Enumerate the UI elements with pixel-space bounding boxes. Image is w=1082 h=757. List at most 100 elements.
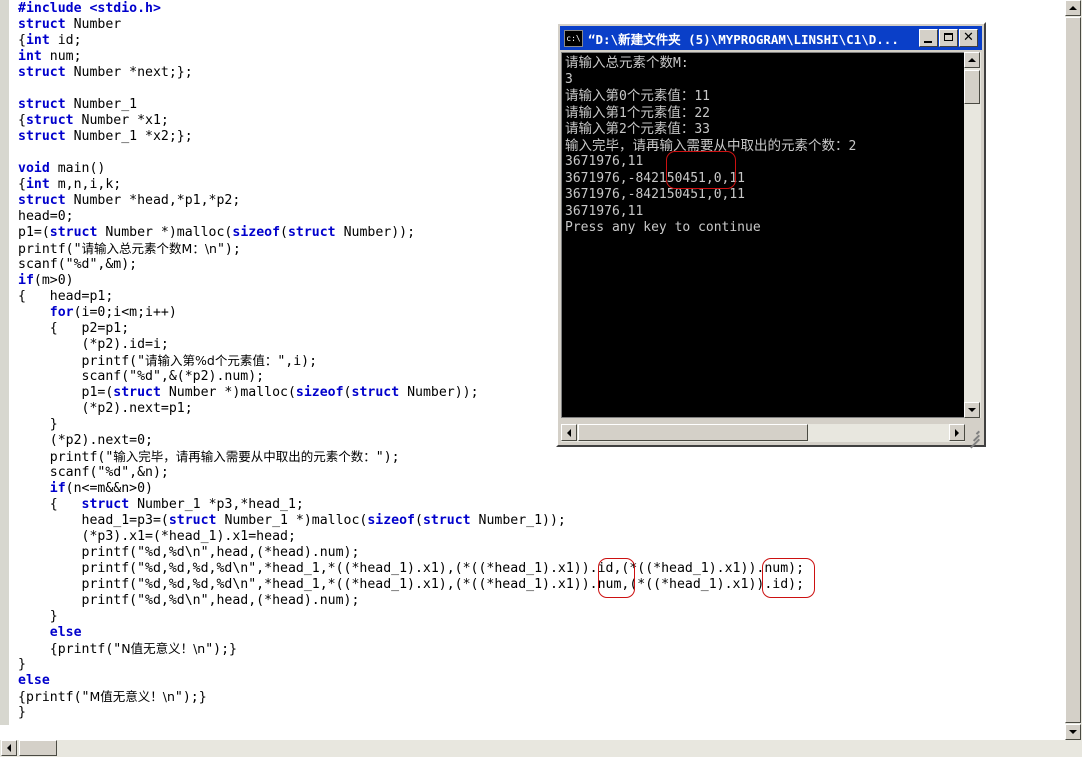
code-token: ");	[216, 242, 241, 257]
code-token: N值无意义！\n	[121, 641, 206, 656]
code-token: printf("%d,%d\n",head,(*head).num);	[18, 545, 360, 560]
code-token: id;	[57, 33, 82, 48]
console-text-token: 11	[694, 89, 710, 104]
minimize-icon	[924, 41, 932, 43]
code-line: head_1=p3=(struct Number_1 *)malloc(size…	[18, 513, 1058, 529]
code-token: struct	[422, 513, 479, 528]
code-token: {printf("	[18, 642, 122, 657]
console-vscroll-thumb[interactable]	[964, 70, 980, 104]
console-text-token: 1	[619, 105, 627, 121]
console-scroll-left-arrow[interactable]	[561, 424, 577, 441]
code-token: p1=(	[18, 385, 114, 400]
hscroll-thumb[interactable]	[19, 740, 57, 756]
code-token: (i=0;i<m;i++)	[73, 305, 177, 320]
maximize-button[interactable]	[939, 29, 958, 47]
console-output-line: 请输入第2个元素值：33	[565, 121, 856, 138]
code-line: scanf("%d",&n);	[18, 465, 1058, 481]
code-line: printf("%d,%d,%d,%d\n",*head_1,*((*head_…	[18, 577, 1058, 593]
console-scroll-right-arrow[interactable]	[949, 424, 965, 441]
close-icon: ✕	[963, 30, 974, 45]
scroll-down-arrow[interactable]	[1065, 724, 1081, 740]
console-vertical-scrollbar[interactable]	[964, 52, 981, 418]
code-token: main()	[57, 161, 106, 176]
console-text-token: 个元素值：	[626, 121, 695, 137]
console-text-token: 3	[565, 71, 573, 87]
console-text-token: 33	[694, 122, 710, 137]
code-token: <stdio.h>	[89, 1, 161, 16]
console-scroll-down-arrow[interactable]	[964, 402, 980, 418]
console-horizontal-scrollbar[interactable]	[561, 424, 965, 442]
code-token: void	[18, 161, 58, 176]
close-button[interactable]: ✕	[959, 29, 978, 47]
code-token: for	[49, 305, 74, 320]
code-line: printf("%d,%d,%d,%d\n",*head_1,*((*head_…	[18, 561, 1058, 577]
window-vertical-scrollbar[interactable]	[1064, 0, 1082, 757]
code-token: {	[18, 33, 26, 48]
code-token: int	[18, 49, 50, 64]
code-token: ");	[375, 450, 400, 465]
code-token: sizeof	[232, 225, 281, 240]
code-line: (*p3).x1=(*head_1).x1=head;	[18, 529, 1058, 545]
code-token: (	[280, 225, 288, 240]
code-token: (	[343, 385, 352, 400]
code-line: else	[18, 673, 1058, 689]
code-line: if(n<=m&&n>0)	[18, 481, 1058, 497]
code-token: Number *)malloc(	[105, 225, 233, 240]
console-window[interactable]: c:\ “D:\新建文件夹 (5)\MYPROGRAM\LINSHI\C1\D.…	[556, 22, 986, 449]
code-token: Number_1));	[478, 513, 566, 528]
code-token: Number_1 *x2;};	[73, 129, 193, 144]
code-token: Number *x1;	[81, 113, 169, 128]
code-token: head_1=p3=(	[18, 513, 169, 528]
code-token: sizeof	[295, 385, 344, 400]
code-token: {	[18, 113, 26, 128]
console-output-screen[interactable]: 请输入总元素个数M: 3 请输入第0个元素值：11 请输入第1个元素值：22 请输入第2…	[561, 52, 965, 418]
code-token: printf("%d,%d\n",head,(*head).num);	[18, 593, 360, 608]
console-scroll-up-arrow[interactable]	[964, 52, 980, 68]
code-token: struct	[351, 385, 408, 400]
code-token: p1=(	[18, 225, 50, 240]
chevron-down-icon	[968, 408, 976, 412]
console-titlebar[interactable]: c:\ “D:\新建文件夹 (5)\MYPROGRAM\LINSHI\C1\D.…	[560, 26, 982, 50]
code-token: ",i);	[277, 354, 318, 369]
code-token: M值无意义！\n	[89, 689, 175, 704]
code-token: (	[415, 513, 423, 528]
console-text-token: 0	[619, 89, 627, 104]
console-resize-grip[interactable]	[965, 426, 981, 449]
code-token: {	[18, 497, 82, 512]
code-line: else	[18, 625, 1058, 641]
code-token: scanf("%d",&m);	[18, 257, 138, 272]
chevron-up-icon	[1069, 6, 1077, 10]
console-output-line: 请输入第0个元素值：11	[565, 88, 856, 105]
console-text-token: 输入完毕，请再输入需要从中取出的元素个数：	[565, 137, 849, 154]
code-token: Number));	[343, 225, 416, 240]
console-output-text: 请输入总元素个数M: 3 请输入第0个元素值：11 请输入第1个元素值：22 请输入第2…	[565, 55, 856, 237]
console-hscroll-thumb[interactable]	[578, 424, 808, 441]
scroll-left-arrow[interactable]	[1, 740, 17, 756]
code-token: struct	[81, 497, 138, 512]
code-token: {	[18, 177, 26, 192]
vscroll-thumb[interactable]	[1065, 17, 1081, 723]
code-token: (*p3).x1=(*head_1).x1=head;	[18, 529, 296, 544]
code-token: Number *next;};	[73, 65, 193, 80]
console-text-token: 2	[848, 138, 857, 154]
code-line: }	[18, 705, 1058, 721]
code-token: Number *)malloc(	[168, 385, 296, 400]
code-token: printf("	[18, 354, 146, 369]
chevron-down-icon	[1069, 730, 1077, 734]
code-token: num;	[49, 49, 82, 64]
code-token: struct	[18, 17, 74, 32]
window-horizontal-scrollbar[interactable]	[0, 739, 1065, 757]
code-token: #include	[18, 1, 90, 16]
console-output-line: 3	[565, 72, 856, 89]
code-token: Number_1 *)malloc(	[224, 513, 368, 528]
editor-gutter	[0, 0, 10, 725]
scroll-up-arrow[interactable]	[1065, 0, 1081, 16]
code-token: }	[18, 417, 58, 432]
console-output-line: 3671976,11	[565, 154, 856, 171]
code-line: printf("输入完毕，请再输入需要从中取出的元素个数：");	[18, 449, 1058, 465]
minimize-button[interactable]	[919, 29, 938, 47]
console-text-token: 请输入总元素个数	[565, 55, 673, 71]
code-token: { p2=p1;	[18, 321, 130, 336]
console-output-line: 3671976,-842150451,0,11	[565, 187, 856, 204]
